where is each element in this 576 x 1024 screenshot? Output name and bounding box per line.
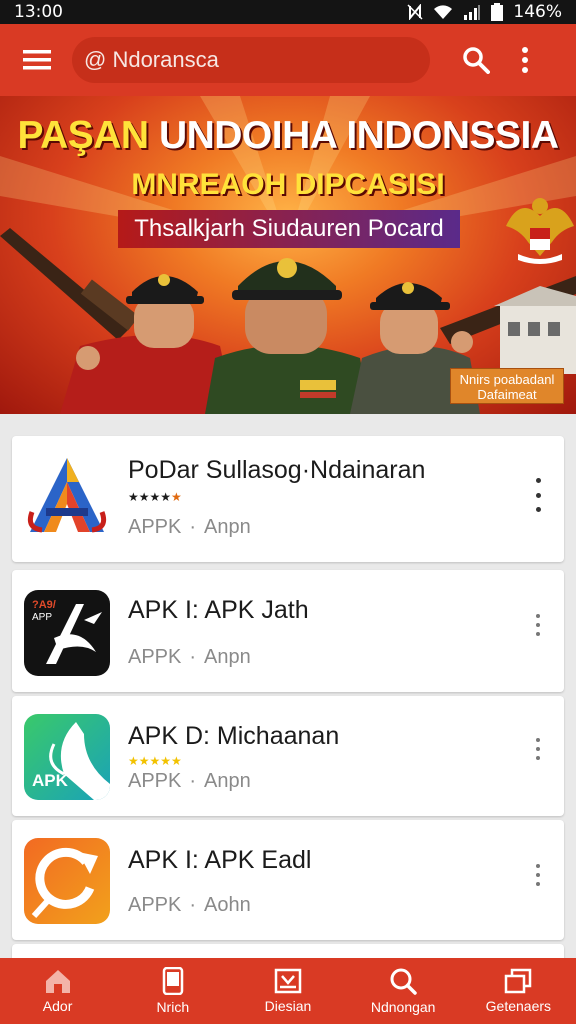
- app-title: APK I: APK Jath: [128, 596, 309, 624]
- list-item[interactable]: APK I: APK Eadl APPK · Aohn: [12, 820, 564, 940]
- aa-logo-icon: [24, 452, 110, 538]
- home-icon: [45, 970, 70, 993]
- menu-button[interactable]: [16, 39, 58, 81]
- banner-title: PAŞAN UNDOIHA INDONSSIA: [17, 114, 559, 157]
- item-menu-button[interactable]: [530, 864, 546, 886]
- nav-item-home[interactable]: Ador: [0, 958, 115, 1024]
- app-meta: APPK · Anpn: [128, 516, 251, 538]
- icon-text: APK: [32, 771, 69, 790]
- app-bar: @ Ndoransca: [0, 24, 576, 96]
- status-time: 13:00: [14, 2, 63, 22]
- svg-text:?A9/: ?A9/: [32, 599, 56, 611]
- app-title: APK D: Michaanan: [128, 722, 340, 750]
- nav-label: Ndnongan: [370, 999, 436, 1015]
- nav-item-downloads[interactable]: Diesian: [230, 958, 345, 1024]
- status-icons: 146%: [407, 2, 562, 22]
- nfc-icon: [407, 4, 423, 20]
- item-menu-button[interactable]: [530, 478, 546, 512]
- rating-stars: ★★★★★: [128, 754, 182, 768]
- app-title: APK I: APK Eadl: [128, 846, 312, 874]
- banner-subtitle: MNREAOH DIPCASISI: [131, 168, 445, 201]
- menu-icon: [23, 50, 51, 70]
- nav-item-search[interactable]: Ndnongan: [346, 958, 461, 1024]
- app-title: PoDar Sullasog·Ndainaran: [128, 456, 426, 484]
- apk-green-logo-icon: APK: [24, 714, 110, 800]
- garuda-emblem: [506, 198, 574, 264]
- battery-percent: 146%: [513, 2, 562, 22]
- nav-item-windows[interactable]: Getenaers: [461, 958, 576, 1024]
- icon-text: APP: [32, 612, 52, 623]
- nav-label: Getenaers: [485, 998, 552, 1014]
- rating-stars: ★★★★★: [128, 490, 182, 504]
- search-icon: [463, 47, 490, 74]
- app-meta: APPK · Anpn: [128, 646, 251, 668]
- apk-x-logo-icon: ?A9/ APP: [24, 590, 110, 676]
- banner-ribbon: Thsalkjarh Siudauren Pocard: [118, 210, 460, 248]
- app-meta: APPK · Aohn: [128, 894, 251, 916]
- windows-icon: [505, 968, 532, 994]
- download-box-icon: [274, 968, 302, 994]
- nav-label: Nrich: [156, 999, 190, 1015]
- search-icon: [390, 968, 417, 995]
- promo-banner[interactable]: PAŞAN UNDOIHA INDONSSIA MNREAOH DIPCASIS…: [0, 96, 576, 414]
- app-meta: APPK · Anpn: [128, 770, 251, 792]
- more-vert-icon: [522, 47, 528, 73]
- nav-item-phone[interactable]: Nrich: [115, 958, 230, 1024]
- overflow-menu-button[interactable]: [510, 40, 540, 80]
- list-item[interactable]: ?A9/ APP APK I: APK Jath APPK · Anpn: [12, 570, 564, 692]
- nav-label: Ador: [42, 998, 73, 1014]
- search-text: @ Ndoransca: [84, 47, 219, 72]
- item-menu-button[interactable]: [530, 738, 546, 760]
- refresh-logo-icon: [24, 838, 110, 924]
- banner-tag: Nnirs poabadanl Dafaimeat: [450, 368, 564, 404]
- signal-icon: [463, 4, 481, 20]
- list-item[interactable]: APK APK D: Michaanan ★★★★★ APPK · Anpn: [12, 696, 564, 816]
- wifi-icon: [433, 4, 453, 20]
- nav-label: Diesian: [264, 998, 312, 1014]
- status-bar: 13:00 146%: [0, 0, 576, 24]
- battery-icon: [491, 3, 504, 21]
- item-menu-button[interactable]: [530, 614, 546, 636]
- search-button[interactable]: [456, 40, 496, 80]
- list-item[interactable]: PoDar Sullasog·Ndainaran ★★★★★ APPK · Anpn: [12, 436, 564, 562]
- search-field[interactable]: @ Ndoransca: [72, 37, 430, 83]
- phone-icon: [162, 967, 184, 995]
- bottom-navigation: Ador Nrich Diesian Ndnongan Getenaers: [0, 958, 576, 1024]
